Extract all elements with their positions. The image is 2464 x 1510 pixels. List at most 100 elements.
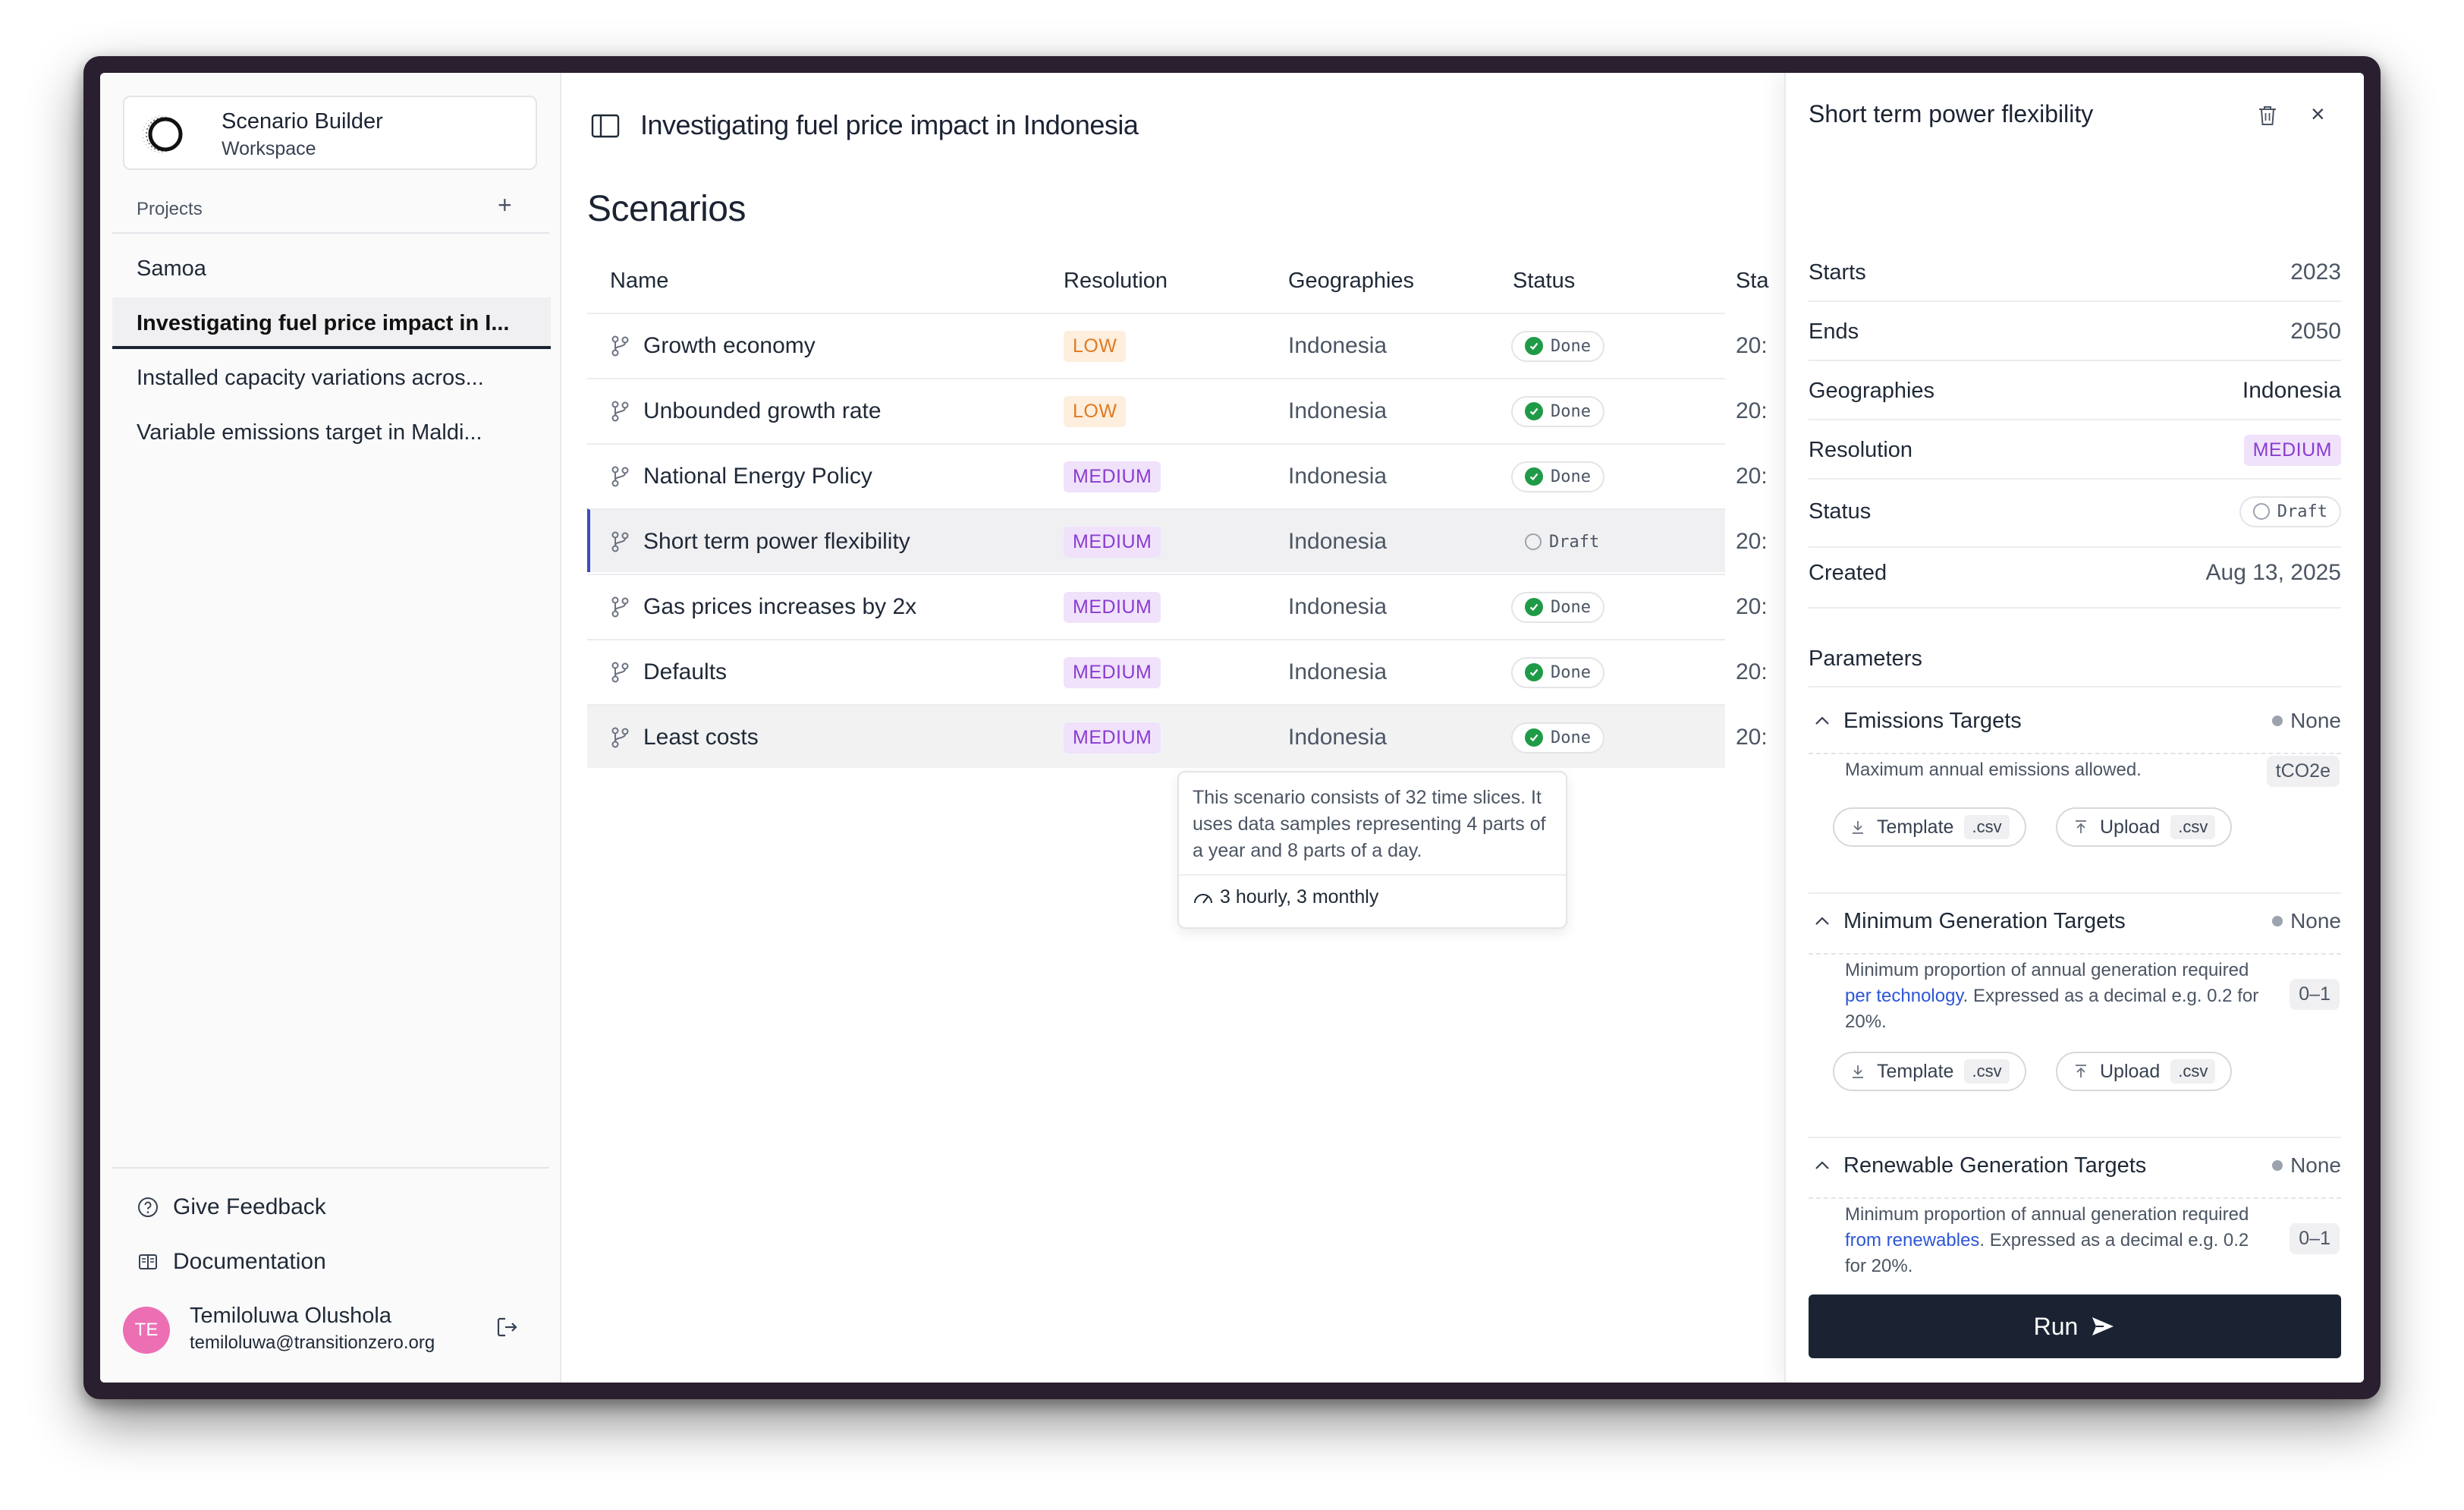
upload-label: Upload bbox=[2100, 1060, 2161, 1082]
resolution-badge[interactable]: LOW bbox=[1064, 395, 1127, 427]
column-header-resolution[interactable]: Resolution bbox=[1064, 269, 1168, 294]
upload-button[interactable]: Upload .csv bbox=[2056, 807, 2233, 847]
column-header-status[interactable]: Status bbox=[1513, 269, 1575, 294]
divider bbox=[1179, 874, 1566, 876]
table-row[interactable]: National Energy Policy MEDIUM Indonesia Don… bbox=[587, 443, 1768, 507]
description-link[interactable]: per technology bbox=[1845, 986, 1963, 1006]
app-window: Scenario Builder Workspace Projects + Sa… bbox=[100, 73, 2364, 1383]
resolution-cell: MEDIUM bbox=[1064, 640, 1161, 704]
avatar[interactable]: TE bbox=[123, 1307, 170, 1354]
field-label: Ends bbox=[1809, 319, 1859, 344]
workspace-logo-icon bbox=[143, 115, 183, 153]
resolution-cell: MEDIUM bbox=[1064, 510, 1161, 574]
status-cell: Draft bbox=[1511, 510, 1613, 574]
status-badge: Done bbox=[1511, 722, 1604, 753]
description-link[interactable]: from renewables bbox=[1845, 1230, 1979, 1250]
documentation-link[interactable]: Documentation bbox=[137, 1249, 326, 1275]
check-circle-icon bbox=[1525, 728, 1543, 747]
check-circle-icon bbox=[1525, 402, 1543, 420]
column-header-name[interactable]: Name bbox=[610, 269, 668, 294]
csv-chip: .csv bbox=[2170, 815, 2216, 839]
resolution-cell: LOW bbox=[1064, 314, 1127, 378]
parameter-name: Minimum Generation Targets bbox=[1843, 908, 2126, 933]
branch-icon bbox=[611, 727, 629, 748]
sidebar-toggle-icon[interactable] bbox=[590, 112, 621, 140]
parameter-section-header[interactable]: Renewable Generation Targets None bbox=[1809, 1147, 2341, 1184]
branch-icon bbox=[611, 662, 629, 683]
status-text: Done bbox=[1551, 728, 1591, 747]
resolution-badge[interactable]: MEDIUM bbox=[1064, 591, 1161, 623]
close-icon[interactable]: × bbox=[2311, 102, 2325, 126]
scenario-name: Gas prices increases by 2x bbox=[643, 594, 917, 619]
resolution-badge[interactable]: MEDIUM bbox=[1064, 722, 1161, 753]
resolution-badge[interactable]: MEDIUM bbox=[1064, 526, 1161, 558]
geographies-cell: Indonesia bbox=[1288, 464, 1388, 489]
give-feedback-label: Give Feedback bbox=[173, 1194, 326, 1219]
status-badge: Draft bbox=[2239, 495, 2341, 527]
sidebar-item-project-active[interactable]: Investigating fuel price impact in I... bbox=[112, 297, 551, 349]
geographies-cell: Indonesia bbox=[1288, 398, 1388, 423]
divider bbox=[1809, 686, 2341, 687]
started-cell: 20: bbox=[1736, 398, 1768, 423]
parameter-description: Minimum proportion of annual generation … bbox=[1845, 1202, 2270, 1279]
started-cell: 20: bbox=[1736, 333, 1768, 358]
scenario-name: Growth economy bbox=[643, 333, 816, 358]
scenario-name: Defaults bbox=[643, 659, 728, 684]
sidebar: Scenario Builder Workspace Projects + Sa… bbox=[100, 73, 561, 1383]
upload-icon bbox=[2076, 820, 2086, 833]
status-dot-icon bbox=[2272, 916, 2283, 926]
sidebar-item-project[interactable]: Variable emissions target in Maldi... bbox=[112, 407, 551, 458]
table-row[interactable]: Gas prices increases by 2x MEDIUM Indonesi… bbox=[587, 574, 1768, 637]
table-row[interactable]: Short term power flexibility MEDIUM Indone… bbox=[587, 508, 1768, 574]
parameter-section-header[interactable]: Emissions Targets None bbox=[1809, 703, 2341, 739]
status-text: Draft bbox=[2277, 502, 2327, 521]
resolution-badge[interactable]: MEDIUM bbox=[1064, 461, 1161, 492]
table-row[interactable]: Unbounded growth rate LOW Indonesia Done 20: bbox=[587, 378, 1768, 443]
table-row[interactable]: Least costs MEDIUM Indonesia Done 20: bbox=[587, 704, 1768, 769]
divider bbox=[112, 1167, 549, 1169]
name-cell: Growth economy bbox=[610, 314, 816, 378]
geographies-cell: Indonesia bbox=[1288, 529, 1388, 554]
trash-icon[interactable] bbox=[2256, 103, 2279, 127]
column-header-geographies[interactable]: Geographies bbox=[1288, 269, 1414, 294]
sidebar-item-project[interactable]: Installed capacity variations acros... bbox=[112, 352, 551, 404]
status-dot-icon bbox=[2272, 1160, 2283, 1171]
sidebar-item-project[interactable]: Samoa bbox=[112, 243, 551, 294]
parameter-value-text: None bbox=[2290, 1153, 2341, 1177]
download-icon bbox=[1853, 821, 1863, 834]
table-row[interactable]: Defaults MEDIUM Indonesia Done 20: bbox=[587, 639, 1768, 704]
table-row[interactable]: Growth economy LOW Indonesia Done 20: bbox=[587, 313, 1768, 378]
status-badge: Done bbox=[1511, 591, 1604, 623]
field-geographies: Geographies Indonesia bbox=[1809, 361, 2341, 420]
name-cell: Unbounded growth rate bbox=[610, 379, 882, 443]
branch-icon bbox=[611, 401, 629, 422]
resolution-badge[interactable]: MEDIUM bbox=[1064, 656, 1161, 688]
template-download-button[interactable]: Template .csv bbox=[1833, 1052, 2026, 1091]
upload-label: Upload bbox=[2100, 816, 2161, 838]
branch-icon bbox=[611, 466, 629, 487]
status-cell: Done bbox=[1511, 379, 1604, 443]
tooltip-text: This scenario consists of 32 time slices… bbox=[1193, 787, 1546, 861]
parameter-section-header[interactable]: Minimum Generation Targets None bbox=[1809, 903, 2341, 939]
tooltip-footer: 3 hourly, 3 monthly bbox=[1193, 886, 1378, 908]
workspace-switcher[interactable]: Scenario Builder Workspace bbox=[123, 96, 537, 170]
add-project-button[interactable]: + bbox=[498, 193, 512, 217]
geographies-cell: Indonesia bbox=[1288, 725, 1388, 750]
check-circle-icon bbox=[1525, 663, 1543, 681]
upload-button[interactable]: Upload .csv bbox=[2056, 1052, 2233, 1091]
give-feedback-link[interactable]: Give Feedback bbox=[137, 1194, 326, 1220]
branch-icon bbox=[611, 596, 629, 618]
workspace-title: Scenario Builder bbox=[222, 109, 383, 134]
run-button[interactable]: Run bbox=[1809, 1295, 2341, 1358]
status-text: Done bbox=[1551, 597, 1591, 617]
template-download-button[interactable]: Template .csv bbox=[1833, 807, 2026, 847]
field-label: Geographies bbox=[1809, 379, 1935, 403]
field-starts: Starts 2023 bbox=[1809, 243, 2341, 302]
field-value: 2050 bbox=[2290, 319, 2341, 344]
csv-chip: .csv bbox=[1964, 815, 2010, 839]
logout-icon[interactable] bbox=[495, 1314, 520, 1340]
resolution-badge[interactable]: LOW bbox=[1064, 330, 1127, 362]
status-cell: Done bbox=[1511, 706, 1604, 769]
check-circle-icon bbox=[1525, 467, 1543, 486]
column-header-started[interactable]: Sta bbox=[1736, 269, 1769, 294]
